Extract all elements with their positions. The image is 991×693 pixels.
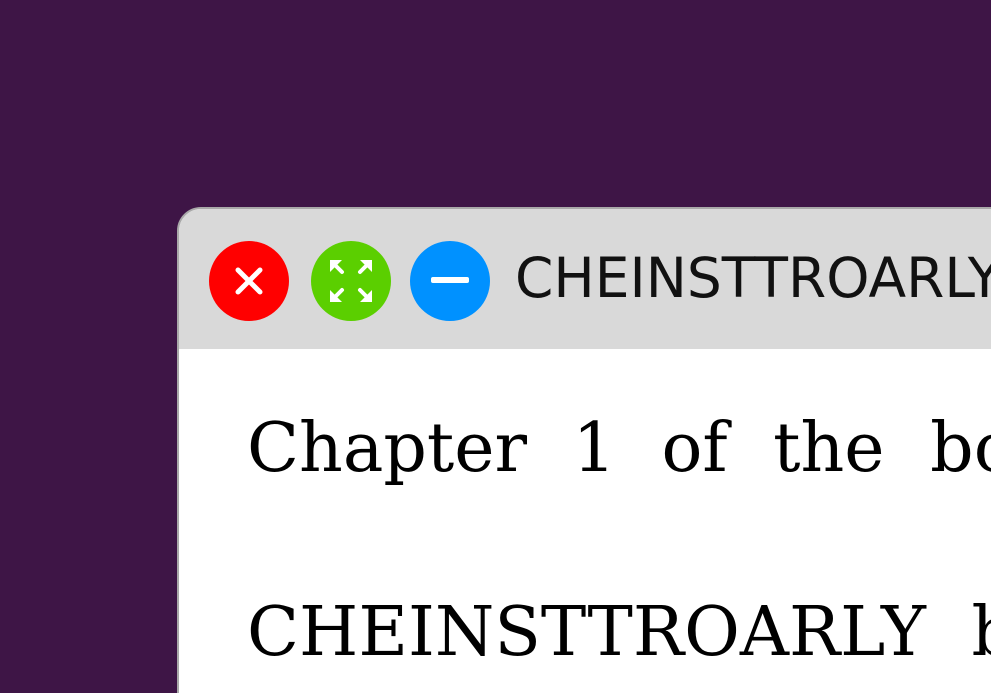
title-bar[interactable]: CHEINSTTROARLY — [179, 209, 991, 349]
close-button[interactable] — [209, 241, 289, 321]
maximize-button[interactable] — [311, 241, 391, 321]
paragraph-chapter-heading: Chapter 1 of the boo — [247, 409, 991, 488]
document-content: Chapter 1 of the boo CHEINSTTROARLY be — [247, 409, 991, 673]
window-title: CHEINSTTROARLY — [515, 246, 991, 310]
expand-icon — [330, 260, 372, 302]
paragraph-body: CHEINSTTROARLY be — [247, 593, 991, 672]
minus-icon — [431, 277, 469, 283]
app-window: CHEINSTTROARLY Chapter 1 of the boo CHEI… — [177, 207, 991, 693]
close-icon — [235, 267, 263, 295]
minimize-button[interactable] — [410, 241, 490, 321]
